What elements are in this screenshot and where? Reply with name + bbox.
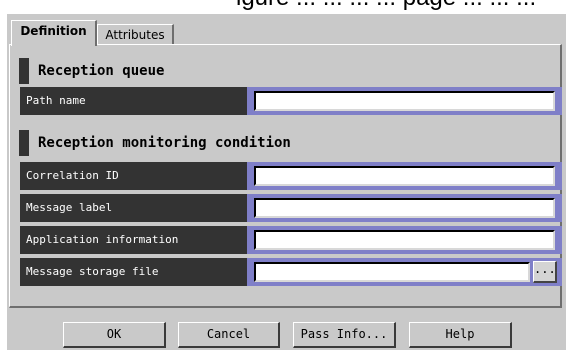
message-label-label: Message label — [20, 194, 247, 222]
correlation-id-frame — [247, 162, 562, 190]
path-name-input[interactable] — [254, 91, 555, 111]
message-storage-file-frame: ... — [247, 258, 562, 286]
tab-attributes[interactable]: Attributes — [97, 24, 174, 46]
section-reception-queue: Reception queue — [19, 58, 164, 84]
caption-fragment: igure ... ... ... ... page ... ... ... — [236, 0, 536, 12]
caption-strip: igure ... ... ... ... page ... ... ... — [0, 0, 566, 14]
application-information-input[interactable] — [254, 230, 555, 250]
path-name-frame — [247, 87, 562, 115]
section-marker — [19, 58, 29, 84]
tab-definition[interactable]: Definition — [11, 20, 97, 46]
message-label-input[interactable] — [254, 198, 555, 218]
section-title: Reception monitoring condition — [38, 135, 291, 151]
pass-info-button[interactable]: Pass Info... — [293, 322, 396, 348]
message-storage-file-label: Message storage file — [20, 258, 247, 286]
application-information-frame — [247, 226, 562, 254]
section-title: Reception queue — [38, 63, 165, 79]
application-information-label: Application information — [20, 226, 247, 254]
correlation-id-input[interactable] — [254, 166, 555, 186]
path-name-label: Path name — [20, 87, 247, 115]
section-monitoring-condition: Reception monitoring condition — [19, 130, 291, 156]
help-button[interactable]: Help — [409, 322, 512, 348]
ok-button[interactable]: OK — [63, 322, 166, 348]
definition-dialog: Attributes Definition Reception queue Pa… — [7, 14, 566, 350]
definition-panel: Reception queue Path name Reception moni… — [9, 44, 562, 308]
message-label-frame — [247, 194, 562, 222]
section-marker — [19, 130, 29, 156]
browse-button[interactable]: ... — [533, 261, 557, 283]
message-storage-file-input[interactable] — [254, 262, 530, 282]
correlation-id-label: Correlation ID — [20, 162, 247, 190]
cancel-button[interactable]: Cancel — [178, 322, 280, 348]
